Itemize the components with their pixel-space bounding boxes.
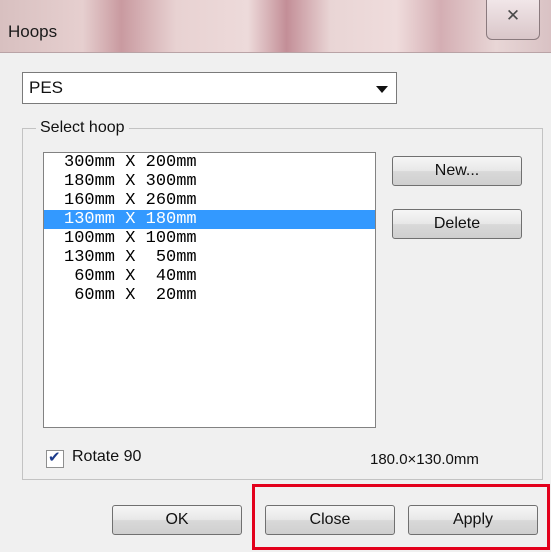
format-dropdown[interactable]: PES [22, 72, 397, 104]
select-hoop-label: Select hoop [36, 119, 129, 137]
chevron-down-icon [376, 86, 388, 93]
hoop-list-item[interactable]: 130mm X 50mm [44, 248, 375, 267]
hoop-list-item[interactable]: 60mm X 20mm [44, 286, 375, 305]
hoop-list[interactable]: 300mm X 200mm 180mm X 300mm 160mm X 260m… [43, 152, 376, 428]
hoop-list-item[interactable]: 100mm X 100mm [44, 229, 375, 248]
close-icon: ✕ [505, 6, 521, 26]
delete-hoop-button[interactable]: Delete [392, 209, 522, 239]
window-close-button[interactable]: ✕ [486, 0, 540, 40]
window-title: Hoops [8, 22, 58, 41]
new-hoop-button[interactable]: New... [392, 156, 522, 186]
highlight-frame [252, 484, 550, 550]
format-dropdown-value: PES [29, 78, 64, 97]
title-bar: Hoops ✕ [0, 0, 551, 53]
hoop-list-item[interactable]: 60mm X 40mm [44, 267, 375, 286]
hoop-list-item[interactable]: 300mm X 200mm [44, 153, 375, 172]
ok-button[interactable]: OK [112, 505, 242, 535]
rotate-90-checkbox[interactable]: ✔ [46, 448, 64, 468]
hoop-list-item[interactable]: 160mm X 260mm [44, 191, 375, 210]
hoop-dimensions: 180.0×130.0mm [370, 451, 479, 468]
hoop-list-item[interactable]: 180mm X 300mm [44, 172, 375, 191]
checkmark-icon: ✔ [48, 448, 61, 466]
rotate-90-label: Rotate 90 [72, 448, 142, 465]
hoop-list-item[interactable]: 130mm X 180mm [44, 210, 375, 229]
